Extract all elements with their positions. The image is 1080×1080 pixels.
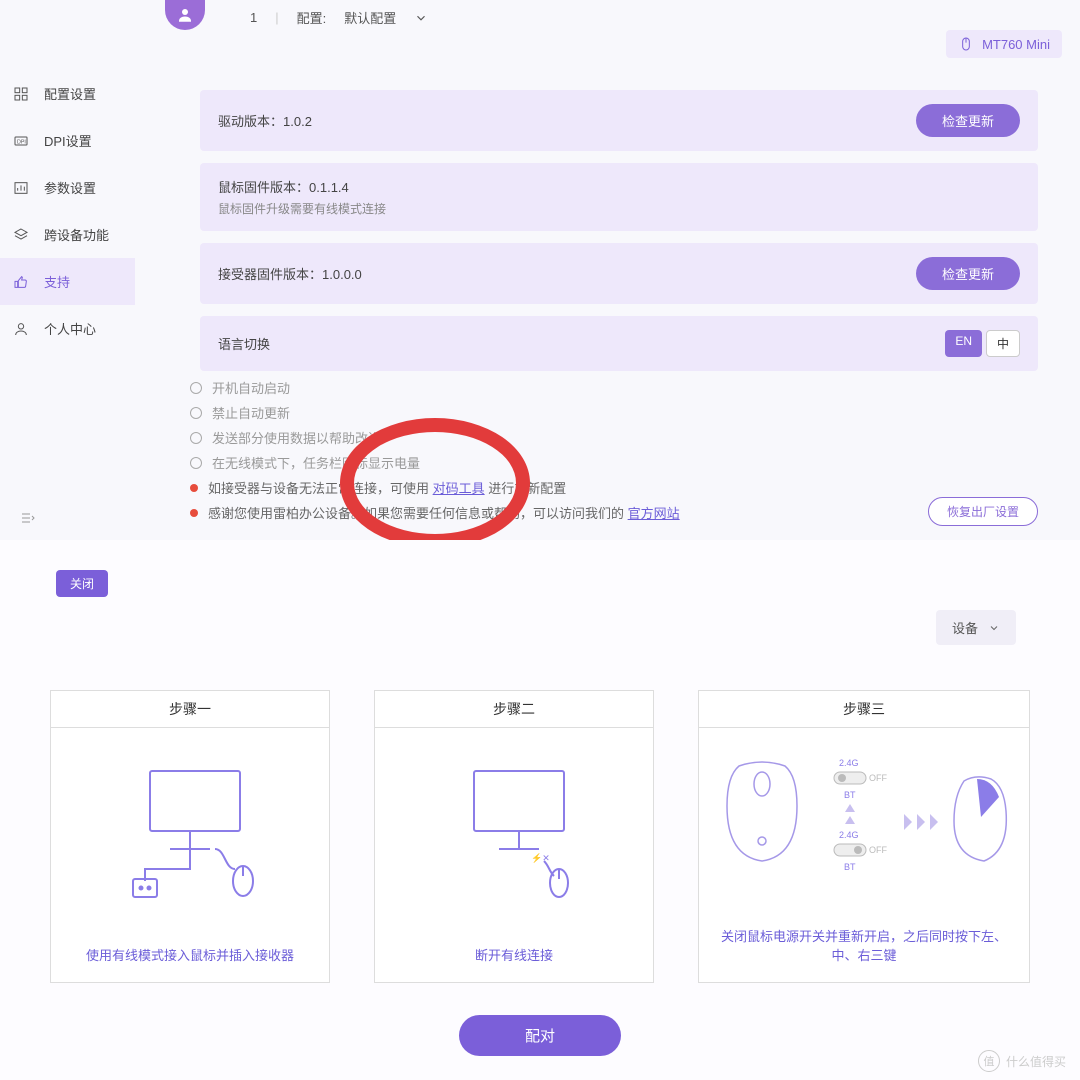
official-site-text: 感谢您使用雷柏办公设备。如果您需要任何信息或帮助，可以访问我们的 官方网站 (208, 503, 680, 522)
bullet-icon (190, 484, 198, 492)
device-dropdown[interactable]: 设备 (936, 610, 1016, 645)
svg-text:2.4G: 2.4G (839, 830, 859, 840)
pairing-modal: 关闭 设备 步骤一 使用有线模式接入鼠标并插入接收器 步骤二 (0, 540, 1080, 1080)
check-update-button[interactable]: 检查更新 (916, 257, 1020, 290)
header-bar: 1 | 配置: 默认配置 (0, 0, 1080, 60)
option-noupdate[interactable]: 禁止自动更新 (212, 403, 290, 422)
pairing-tool-text: 如接受器与设备无法正常连接，可使用 对码工具 进行重新配置 (208, 478, 566, 497)
language-label: 语言切换 (218, 334, 270, 353)
sidebar-label: 支持 (44, 272, 70, 291)
dpi-icon: DPI (12, 132, 30, 150)
device-tag[interactable]: MT760 Mini (946, 30, 1062, 58)
config-value[interactable]: 默认配置 (344, 8, 396, 27)
step3-illustration-icon: 2.4G OFF BT 2.4G OFF BT (699, 728, 1029, 914)
language-row: 语言切换 EN 中 (200, 316, 1038, 371)
lang-en-button[interactable]: EN (945, 330, 982, 357)
radio-icon[interactable] (190, 457, 202, 469)
receiver-version-row: 接受器固件版本：1.0.0.0 检查更新 (200, 243, 1038, 304)
grid-icon (12, 85, 30, 103)
sidebar-label: 跨设备功能 (44, 225, 109, 244)
sidebar-item-config[interactable]: 配置设置 (0, 70, 135, 117)
svg-text:OFF: OFF (869, 845, 887, 855)
main-content: 驱动版本：1.0.2 检查更新 鼠标固件版本：0.1.1.4 鼠标固件升级需要有… (200, 90, 1038, 383)
expand-sidebar-icon[interactable] (18, 510, 38, 526)
config-label: 配置: (297, 8, 327, 27)
divider: | (275, 10, 278, 25)
check-update-button[interactable]: 检查更新 (916, 104, 1020, 137)
svg-text:BT: BT (844, 862, 856, 872)
radio-icon[interactable] (190, 407, 202, 419)
option-battery[interactable]: 在无线模式下，任务栏图标显示电量 (212, 453, 420, 472)
step-caption: 断开有线连接 (375, 933, 653, 982)
step-caption: 关闭鼠标电源开关并重新开启，之后同时按下左、中、右三键 (699, 914, 1029, 982)
svg-text:2.4G: 2.4G (839, 758, 859, 768)
step-title: 步骤三 (699, 691, 1029, 728)
chevron-down-icon[interactable] (414, 11, 428, 25)
steps-row: 步骤一 使用有线模式接入鼠标并插入接收器 步骤二 ⚡✕ (50, 690, 1030, 983)
close-button[interactable]: 关闭 (56, 570, 108, 597)
mouse-icon (958, 36, 974, 52)
svg-text:BT: BT (844, 790, 856, 800)
radio-icon[interactable] (190, 432, 202, 444)
sidebar-item-crossdevice[interactable]: 跨设备功能 (0, 211, 135, 258)
thumb-icon (12, 273, 30, 291)
lang-cn-button[interactable]: 中 (986, 330, 1020, 357)
pair-button[interactable]: 配对 (459, 1015, 621, 1056)
step-title: 步骤二 (375, 691, 653, 728)
option-autostart[interactable]: 开机自动启动 (212, 378, 290, 397)
options-list: 开机自动启动 禁止自动更新 发送部分使用数据以帮助改进 在无线模式下，任务栏图标… (190, 378, 680, 528)
firmware-version-row: 鼠标固件版本：0.1.1.4 鼠标固件升级需要有线模式连接 (200, 163, 1038, 231)
sidebar-label: 个人中心 (44, 319, 96, 338)
sidebar-label: 配置设置 (44, 84, 96, 103)
factory-reset-button[interactable]: 恢复出厂设置 (928, 497, 1038, 526)
step-card-2: 步骤二 ⚡✕ 断开有线连接 (374, 690, 654, 983)
user-icon (12, 320, 30, 338)
step-title: 步骤一 (51, 691, 329, 728)
bullet-icon (190, 509, 198, 517)
support-page: 1 | 配置: 默认配置 MT760 Mini 配置设置 DPI DPI设置 参… (0, 0, 1080, 540)
chevron-down-icon (988, 622, 1000, 634)
step-card-1: 步骤一 使用有线模式接入鼠标并插入接收器 (50, 690, 330, 983)
svg-text:OFF: OFF (869, 773, 887, 783)
layers-icon (12, 226, 30, 244)
step2-illustration-icon: ⚡✕ (375, 728, 653, 933)
sidebar-label: 参数设置 (44, 178, 96, 197)
watermark-icon: 值 (978, 1050, 1000, 1072)
chart-icon (12, 179, 30, 197)
official-site-link[interactable]: 官方网站 (628, 506, 680, 521)
sidebar-label: DPI设置 (44, 131, 92, 150)
step-caption: 使用有线模式接入鼠标并插入接收器 (51, 933, 329, 982)
step-card-3: 步骤三 2.4G OFF BT 2.4G OFF BT (698, 690, 1030, 983)
sidebar-item-dpi[interactable]: DPI DPI设置 (0, 117, 135, 164)
watermark-text: 什么值得买 (1006, 1053, 1066, 1070)
svg-text:⚡✕: ⚡✕ (531, 852, 550, 864)
step1-illustration-icon (51, 728, 329, 933)
device-name: MT760 Mini (982, 37, 1050, 52)
sidebar-item-params[interactable]: 参数设置 (0, 164, 135, 211)
sidebar: 配置设置 DPI DPI设置 参数设置 跨设备功能 支持 个人中心 (0, 70, 135, 352)
firmware-note: 鼠标固件升级需要有线模式连接 (218, 200, 386, 217)
driver-version-row: 驱动版本：1.0.2 检查更新 (200, 90, 1038, 151)
option-senddata[interactable]: 发送部分使用数据以帮助改进 (212, 428, 381, 447)
svg-text:DPI: DPI (17, 139, 26, 145)
sidebar-item-support[interactable]: 支持 (0, 258, 135, 305)
config-number: 1 (250, 10, 257, 25)
pairing-tool-link[interactable]: 对码工具 (433, 481, 485, 496)
sidebar-item-profile[interactable]: 个人中心 (0, 305, 135, 352)
watermark: 值 什么值得买 (978, 1050, 1066, 1072)
radio-icon[interactable] (190, 382, 202, 394)
